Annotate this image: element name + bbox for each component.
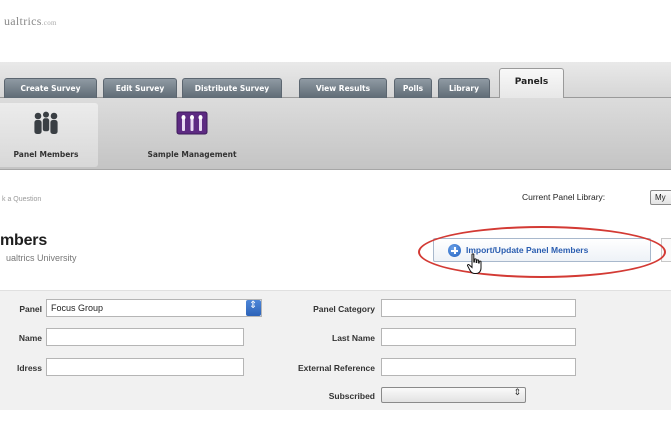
tab-distribute-survey[interactable]: Distribute Survey [182,78,282,98]
toolbar-sample-management[interactable]: Sample Management [122,103,262,167]
current-panel-library-label: Current Panel Library: [522,192,606,202]
panel-label: Panel [19,304,42,314]
toolbar-item-label: Panel Members [13,150,79,159]
panel-select[interactable]: Focus Group [46,299,262,317]
hand-cursor-icon [466,253,482,274]
secondary-button[interactable] [661,238,671,262]
qualtrics-logo: ualtrics.com [4,14,57,28]
panel-category-input[interactable] [381,299,576,317]
main-tab-bar: Create Survey Edit Survey Distribute Sur… [0,62,671,99]
panels-toolbar: Panel Members Sample Management [0,98,671,170]
name-label: Name [18,333,42,343]
people-icon [34,111,58,134]
add-circle-icon [448,244,461,257]
toolbar-panel-members[interactable]: Panel Members [0,103,98,167]
address-label: ldress [16,363,42,373]
panel-library-select[interactable]: My [650,190,671,205]
tab-panels[interactable]: Panels [499,68,564,99]
toolbar-item-label: Sample Management [147,150,237,159]
tab-view-results[interactable]: View Results [299,78,387,98]
last-name-input[interactable] [381,328,576,346]
last-name-label: Last Name [332,333,375,343]
helper-link[interactable]: k a Question [2,196,41,203]
tab-library[interactable]: Library [438,78,490,98]
panel-category-label: Panel Category [313,304,375,314]
tab-create-survey[interactable]: Create Survey [4,78,97,98]
external-reference-input[interactable] [381,358,576,376]
subscribed-label: Subscribed [328,391,375,401]
name-input[interactable] [46,328,244,346]
address-input[interactable] [46,358,244,376]
tab-polls[interactable]: Polls [394,78,432,98]
tab-edit-survey[interactable]: Edit Survey [103,78,177,98]
subscribed-select[interactable]: ⇕ [381,387,526,403]
page-title: mbers [0,232,48,249]
select-arrows-icon: ⇕ [513,388,521,398]
page-subtitle: ualtrics University [6,253,77,263]
sample-management-icon [176,111,208,135]
select-arrows-icon[interactable] [246,300,261,316]
external-reference-label: External Reference [297,363,375,373]
